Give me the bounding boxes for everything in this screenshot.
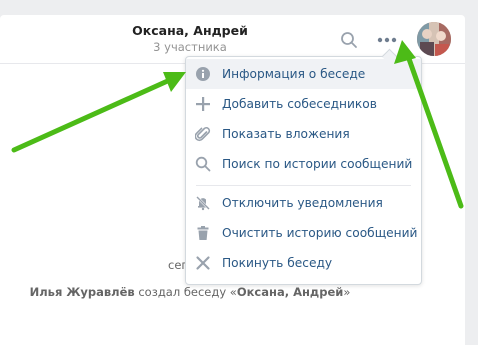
menu-item-search-history[interactable]: Поиск по истории сообщений: [186, 149, 421, 179]
plus-icon: [195, 96, 211, 112]
system-message: Илья Журавлёв создал беседу «Оксана, Анд…: [0, 285, 380, 299]
menu-item-label: Покинуть беседу: [222, 256, 333, 270]
menu-item-label: Информация о беседе: [222, 67, 366, 81]
participants-count[interactable]: 3 участника: [0, 40, 380, 55]
conversation-title[interactable]: Оксана, Андрей: [0, 22, 380, 39]
menu-item-label: Показать вложения: [222, 127, 350, 141]
search-icon[interactable]: [340, 31, 358, 49]
menu-item-attachments[interactable]: Показать вложения: [186, 119, 421, 149]
chat-name: Оксана, Андрей: [236, 285, 344, 299]
avatar[interactable]: [417, 22, 451, 56]
search-icon: [195, 156, 211, 172]
menu-divider: [196, 185, 411, 186]
menu-item-leave[interactable]: Покинуть беседу: [186, 248, 421, 278]
menu-item-clear-history[interactable]: Очистить историю сообщений: [186, 218, 421, 248]
info-icon: [195, 66, 211, 82]
author-name[interactable]: Илья Журавлёв: [30, 285, 135, 299]
more-icon[interactable]: [375, 31, 399, 49]
title-block[interactable]: Оксана, Андрей 3 участника: [0, 22, 380, 55]
trash-icon: [195, 225, 211, 241]
menu-item-label: Добавить собеседников: [222, 97, 377, 111]
system-action: создал беседу «: [134, 285, 237, 299]
mute-icon: [195, 195, 211, 211]
system-suffix: »: [343, 285, 351, 299]
actions-dropdown: Информация о беседе Добавить собеседнико…: [185, 56, 422, 285]
close-icon: [195, 255, 211, 271]
menu-item-label: Отключить уведомления: [222, 196, 383, 210]
menu-item-label: Очистить историю сообщений: [222, 226, 418, 240]
menu-item-mute[interactable]: Отключить уведомления: [186, 188, 421, 218]
paperclip-icon: [195, 126, 211, 142]
menu-item-label: Поиск по истории сообщений: [222, 157, 413, 171]
menu-item-add-members[interactable]: Добавить собеседников: [186, 89, 421, 119]
menu-item-info[interactable]: Информация о беседе: [186, 59, 421, 89]
